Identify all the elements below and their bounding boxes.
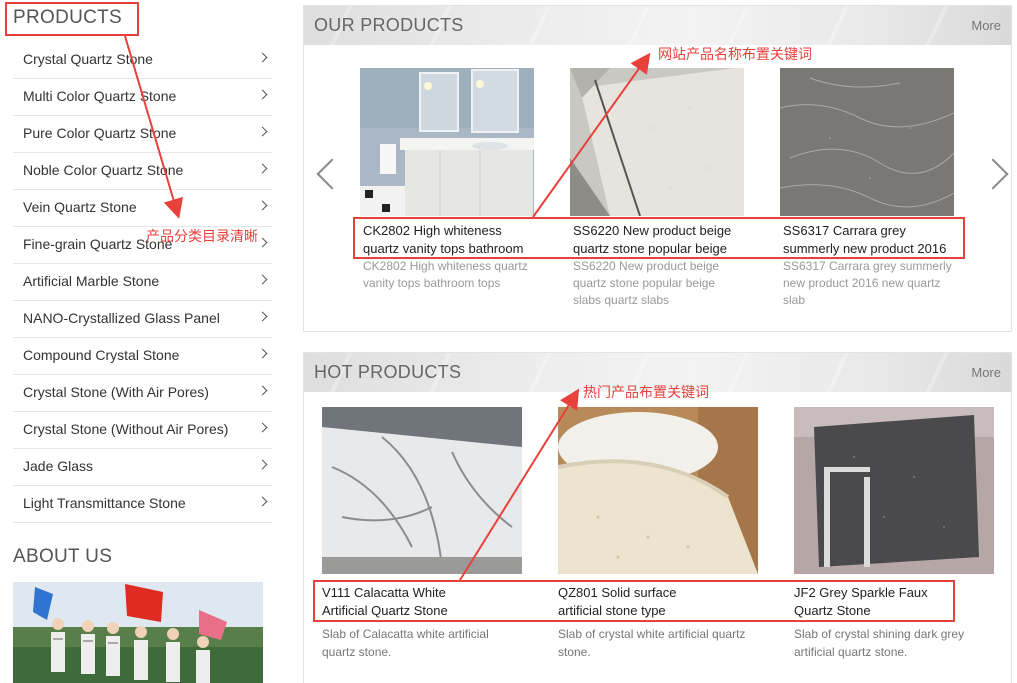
- annotation-note-product-names: 网站产品名称布置关键词: [658, 46, 812, 62]
- annotation-note-hot-products: 热门产品布置关键词: [583, 384, 709, 400]
- annotation-arrows: [124, 35, 651, 581]
- annotation-note-categories: 产品分类目录清晰: [146, 228, 258, 244]
